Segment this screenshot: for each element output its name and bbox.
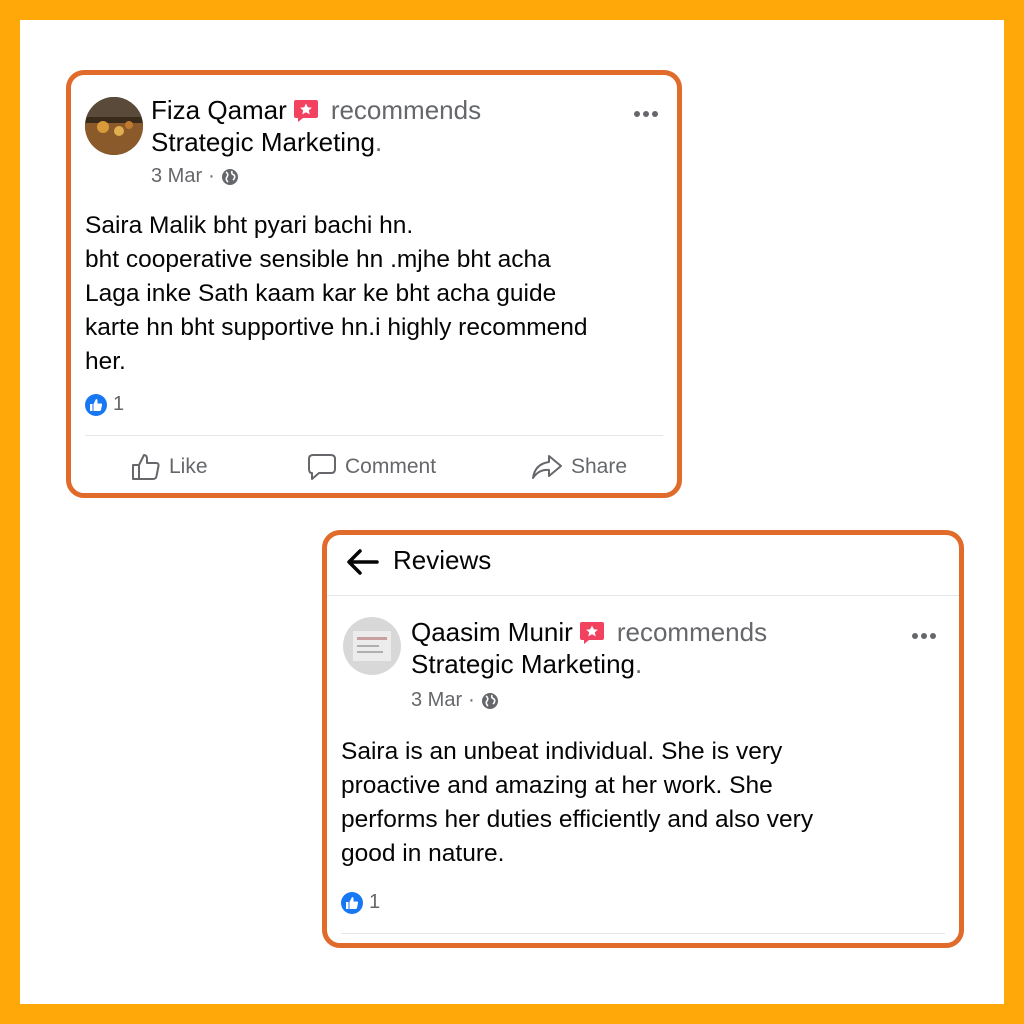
review-line: bht cooperative sensible hn .mjhe bht ac… xyxy=(85,246,551,273)
page-name-line: Strategic Marketing. xyxy=(411,649,642,680)
review-card-qaasim: Reviews Qaasim Munir recommends Strategi… xyxy=(322,530,964,948)
page-name[interactable]: Strategic Marketing xyxy=(411,649,635,679)
header-divider xyxy=(327,595,959,596)
like-button[interactable]: Like xyxy=(131,453,208,481)
share-label: Share xyxy=(571,455,628,478)
globe-icon xyxy=(481,692,499,710)
like-label: Like xyxy=(169,455,208,478)
page-name-line: Strategic Marketing. xyxy=(151,127,382,158)
avatar[interactable] xyxy=(85,97,143,155)
share-button[interactable]: Share xyxy=(531,453,627,481)
review-line: good in nature. xyxy=(341,840,505,867)
recommends-label: recommends xyxy=(330,95,482,125)
more-options-icon[interactable] xyxy=(633,105,659,117)
review-line: Saira Malik bht pyari bachi hn. xyxy=(85,212,414,239)
meta-separator: · xyxy=(208,165,215,187)
review-line: her. xyxy=(85,348,126,375)
comment-label: Comment xyxy=(345,455,437,478)
recommendation-star-icon xyxy=(293,99,319,123)
page-name[interactable]: Strategic Marketing xyxy=(151,127,375,157)
page-name-period: . xyxy=(374,127,383,157)
review-line: proactive and amazing at her work. She xyxy=(341,772,773,799)
review-card-fiza: Fiza Qamar recommends Strategic Marketin… xyxy=(66,70,682,498)
like-count: 1 xyxy=(369,891,381,913)
review-line: Laga inke Sath kaam kar ke bht acha guid… xyxy=(85,280,557,307)
like-count: 1 xyxy=(113,393,125,415)
back-arrow-icon[interactable] xyxy=(345,547,379,577)
reviews-header: Reviews xyxy=(327,535,959,597)
post-meta: 3 Mar · xyxy=(411,689,499,712)
meta-separator: · xyxy=(468,689,475,711)
like-reaction-icon xyxy=(85,393,107,416)
reactions-summary[interactable]: 1 xyxy=(341,891,380,914)
reactions-summary[interactable]: 1 xyxy=(85,393,124,416)
author-line: Fiza Qamar recommends xyxy=(151,95,481,126)
author-name[interactable]: Fiza Qamar xyxy=(151,95,287,126)
reviews-title: Reviews xyxy=(393,545,492,575)
thumbs-up-icon xyxy=(132,454,160,480)
post-meta: 3 Mar · xyxy=(151,165,239,188)
review-line: performs her duties efficiently and also… xyxy=(341,806,814,833)
more-options-icon[interactable] xyxy=(911,627,937,639)
comment-icon xyxy=(308,454,336,480)
avatar[interactable] xyxy=(343,617,401,675)
recommendation-star-icon xyxy=(579,621,605,645)
review-line: karte hn bht supportive hn.i highly reco… xyxy=(85,314,588,341)
like-reaction-icon xyxy=(341,891,363,914)
review-text: Saira is an unbeat individual. She is ve… xyxy=(341,735,813,871)
comment-button[interactable]: Comment xyxy=(307,453,436,481)
review-line: Saira is an unbeat individual. She is ve… xyxy=(341,738,783,765)
globe-icon xyxy=(221,168,239,186)
author-line: Qaasim Munir recommends xyxy=(411,617,767,648)
post-date[interactable]: 3 Mar xyxy=(151,165,202,188)
recommends-label: recommends xyxy=(616,617,768,647)
share-icon xyxy=(532,455,562,479)
post-date[interactable]: 3 Mar xyxy=(411,689,462,712)
review-text: Saira Malik bht pyari bachi hn. bht coop… xyxy=(85,209,588,379)
divider xyxy=(341,933,945,934)
author-name[interactable]: Qaasim Munir xyxy=(411,617,573,648)
page-name-period: . xyxy=(634,649,643,679)
divider xyxy=(85,435,663,436)
